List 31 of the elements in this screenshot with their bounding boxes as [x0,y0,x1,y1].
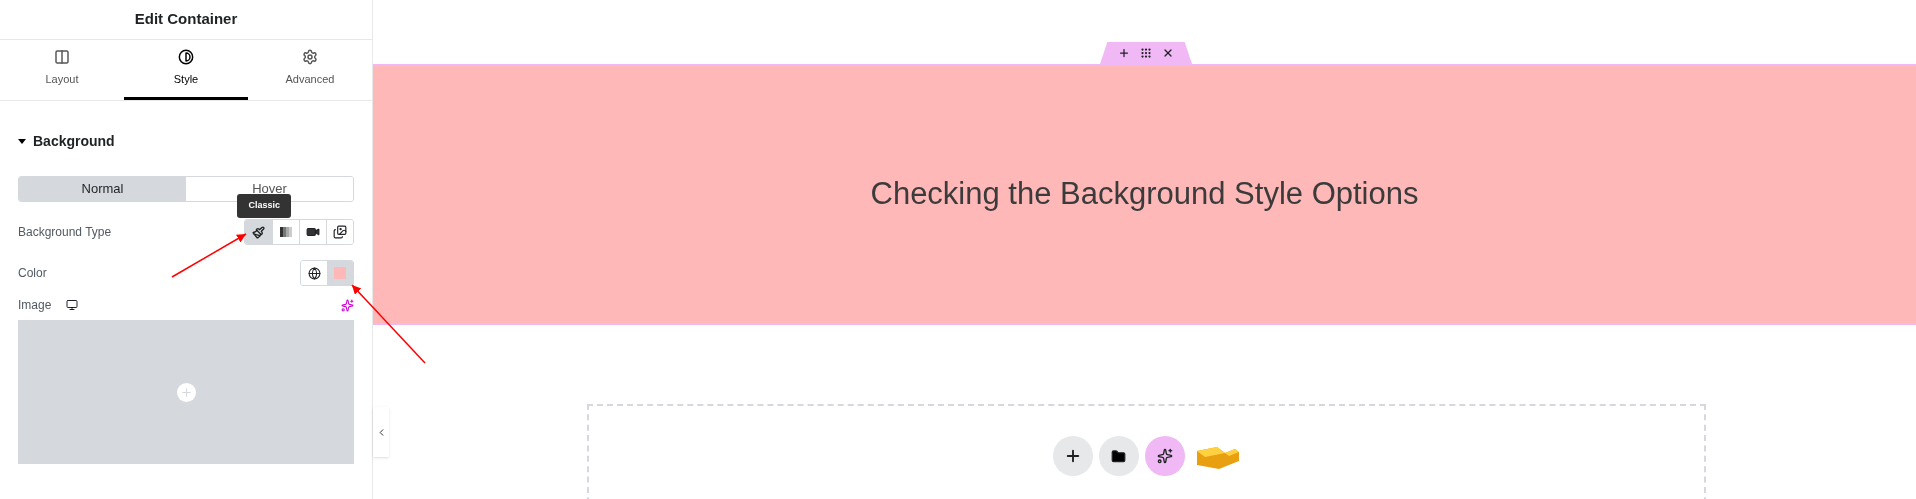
caret-icon [18,138,26,144]
field-label: Color [18,265,47,282]
sparkle-icon [1156,448,1173,464]
ai-button[interactable] [1144,436,1185,476]
gradient-icon [280,226,292,238]
field-label: Image [18,297,52,314]
field-label: Background Type [18,224,112,241]
folder-icon [1111,448,1126,464]
panel-tab[interactable]: Style [124,40,248,100]
section-heading: Checking the Background Style Options [870,174,1419,213]
globe-icon [307,266,321,280]
add-section-button[interactable] [1052,436,1093,476]
drag-handle-icon[interactable] [1140,47,1152,59]
state-toggle[interactable]: Normal [19,177,186,201]
panel-tab[interactable]: Advanced [248,40,372,100]
template-library-button[interactable] [1098,436,1139,476]
close-icon[interactable] [1162,47,1174,59]
monitor-icon [66,299,79,311]
gear-icon [302,49,318,66]
brush-icon [252,225,265,239]
video-camera-icon [306,225,320,239]
panel-tab[interactable]: Layout [0,40,124,100]
columns-icon [54,49,70,66]
section-header[interactable]: Background [18,131,354,151]
sparkle-icon[interactable] [341,298,354,312]
color-picker-button[interactable] [327,261,353,285]
panel-title: Edit Container [134,9,238,30]
add-icon[interactable] [1118,47,1130,59]
images-icon [333,225,347,239]
tooltip: Classic [237,194,291,218]
contrast-icon [178,49,194,66]
